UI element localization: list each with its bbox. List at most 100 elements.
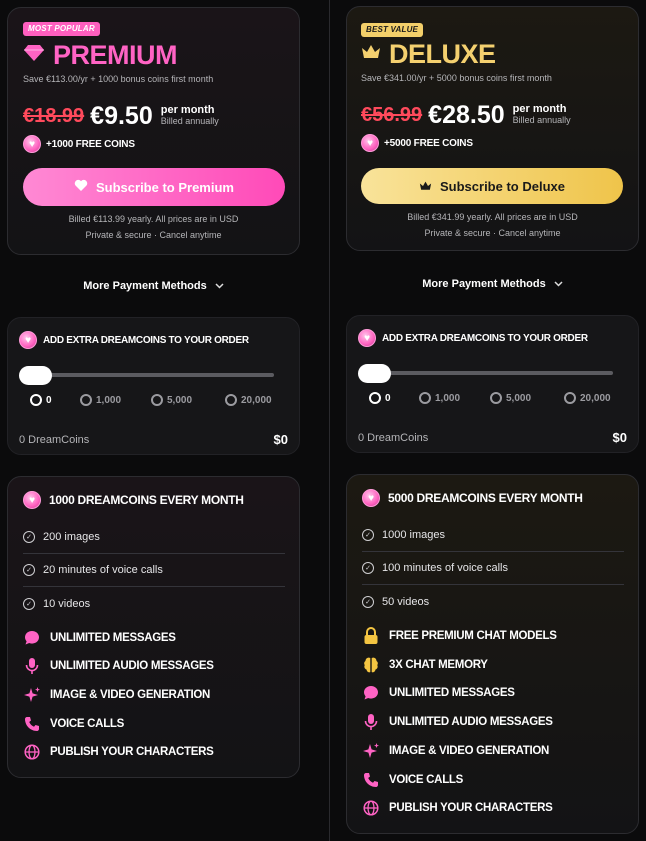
plan-name: PREMIUM — [53, 39, 178, 70]
check-circle-icon: ✓ — [362, 595, 374, 608]
more-payment-methods-toggle[interactable]: More Payment Methods — [7, 279, 300, 293]
per-month-label: per month — [160, 104, 215, 116]
stop-1000[interactable]: 1,000 — [419, 392, 460, 404]
coins-slider-handle[interactable] — [19, 366, 52, 385]
deluxe-features-card: ♥ 5000 DREAMCOINS EVERY MONTH ✓ 1000 ima… — [346, 474, 639, 834]
phone-icon — [362, 771, 380, 789]
slider-stops: 0 1,000 5,000 20,000 — [8, 394, 301, 408]
subscribe-premium-button[interactable]: Subscribe to Premium — [23, 168, 285, 206]
chevron-down-icon — [554, 279, 563, 289]
coins-slider-track[interactable] — [22, 373, 274, 377]
more-payment-label: More Payment Methods — [422, 278, 546, 290]
check-circle-icon: ✓ — [362, 529, 374, 541]
plan-title: PREMIUM — [23, 39, 178, 70]
coin-stack-icon — [151, 394, 163, 406]
free-coins-label: +5000 FREE COINS — [384, 137, 473, 149]
billed-note: Billed €113.99 yearly. All prices are in… — [68, 214, 239, 224]
perk-item: PUBLISH YOUR CHARACTERS — [362, 797, 553, 819]
perk-item: UNLIMITED MESSAGES — [362, 682, 515, 704]
coin-stack-icon — [419, 392, 431, 404]
perk-item: FREE PREMIUM CHAT MODELS — [362, 625, 557, 647]
perk-item: UNLIMITED AUDIO MESSAGES — [362, 711, 553, 733]
coins-slider-track[interactable] — [361, 371, 613, 375]
feature-item: ✓ 1000 images — [362, 519, 624, 552]
perk-item: IMAGE & VIDEO GENERATION — [362, 740, 549, 762]
feature-item: ✓ 100 minutes of voice calls — [362, 552, 624, 585]
perk-item: VOICE CALLS — [362, 769, 463, 791]
perk-item: UNLIMITED AUDIO MESSAGES — [23, 655, 214, 677]
billed-annually-label: Billed annually — [512, 115, 571, 125]
extra-coins-header: ♥ ADD EXTRA DREAMCOINS TO YOUR ORDER — [358, 328, 588, 348]
feature-item: ✓ 20 minutes of voice calls — [23, 554, 285, 587]
stop-5000[interactable]: 5,000 — [151, 394, 192, 406]
coin-stack-icon — [490, 392, 502, 404]
subscribe-deluxe-button[interactable]: Subscribe to Deluxe — [361, 168, 623, 204]
perk-item: IMAGE & VIDEO GENERATION — [23, 684, 210, 706]
extra-dreamcoins-card: ♥ ADD EXTRA DREAMCOINS TO YOUR ORDER 0 1… — [7, 317, 300, 455]
stop-20000[interactable]: 20,000 — [564, 392, 611, 404]
extra-price: $0 — [273, 432, 288, 447]
dreamcoins-summary: 0 DreamCoins — [358, 432, 429, 444]
lock-icon — [362, 627, 380, 645]
price-row: €18.99 €9.50 per month Billed annually — [23, 101, 219, 131]
check-circle-icon: ✓ — [23, 597, 35, 610]
crown-icon — [361, 44, 381, 65]
free-coins-row: ♥ +1000 FREE COINS — [23, 134, 135, 154]
sparkles-icon — [362, 742, 380, 760]
perk-item: 3X CHAT MEMORY — [362, 654, 488, 676]
dreamcoin-icon: ♥ — [19, 331, 37, 349]
most-popular-badge: MOST POPULAR — [23, 22, 100, 36]
diamond-icon — [23, 44, 45, 67]
feature-item: ✓ 200 images — [23, 521, 285, 554]
old-price: €18.99 — [23, 104, 85, 127]
globe-icon — [362, 799, 380, 817]
stop-20000[interactable]: 20,000 — [225, 394, 272, 406]
premium-features-card: ♥ 1000 DREAMCOINS EVERY MONTH ✓ 200 imag… — [7, 476, 300, 778]
per-month-label: per month — [512, 103, 567, 115]
dreamcoin-icon: ♥ — [361, 134, 379, 152]
globe-icon — [23, 743, 41, 761]
price-row: €56.99 €28.50 per month Billed annually — [361, 100, 571, 130]
stop-5000[interactable]: 5,000 — [490, 392, 531, 404]
check-circle-icon: ✓ — [23, 531, 35, 543]
sparkles-icon — [23, 686, 41, 704]
extra-price: $0 — [612, 430, 627, 445]
features-title: 1000 DREAMCOINS EVERY MONTH — [49, 493, 244, 507]
features-header: ♥ 5000 DREAMCOINS EVERY MONTH — [362, 488, 583, 508]
brain-icon — [362, 656, 380, 674]
stop-0[interactable]: 0 — [30, 394, 52, 406]
free-coins-row: ♥ +5000 FREE COINS — [361, 133, 473, 153]
secure-note: Private & secure · Cancel anytime — [85, 230, 222, 240]
dreamcoin-icon: ♥ — [23, 135, 41, 153]
dreamcoin-icon: ♥ — [358, 329, 376, 347]
free-coins-label: +1000 FREE COINS — [46, 138, 135, 150]
coins-slider-handle[interactable] — [358, 364, 391, 383]
secure-note: Private & secure · Cancel anytime — [424, 228, 561, 238]
microphone-icon — [362, 713, 380, 731]
heart-icon — [74, 179, 88, 195]
features-header: ♥ 1000 DREAMCOINS EVERY MONTH — [23, 490, 244, 510]
extra-coins-header: ♥ ADD EXTRA DREAMCOINS TO YOUR ORDER — [19, 330, 249, 350]
old-price: €56.99 — [361, 103, 423, 126]
feature-item: ✓ 10 videos — [23, 587, 285, 620]
dreamcoin-icon: ♥ — [362, 489, 380, 507]
new-price: €28.50 — [428, 100, 505, 129]
dreamcoin-icon: ♥ — [23, 491, 41, 509]
more-payment-methods-toggle[interactable]: More Payment Methods — [346, 277, 639, 291]
billed-annually-label: Billed annually — [160, 116, 219, 126]
premium-plan-card: MOST POPULAR PREMIUM Save €113.00/yr + 1… — [7, 7, 300, 255]
chat-bubble-icon — [23, 629, 41, 647]
plan-subtitle: Save €113.00/yr + 1000 bonus coins first… — [23, 74, 214, 84]
best-value-badge: BEST VALUE — [361, 23, 424, 37]
column-divider — [329, 0, 330, 841]
check-circle-icon: ✓ — [362, 562, 374, 574]
billed-note: Billed €341.99 yearly. All prices are in… — [407, 212, 578, 222]
extra-coins-title: ADD EXTRA DREAMCOINS TO YOUR ORDER — [382, 332, 588, 344]
coin-stack-icon — [30, 394, 42, 406]
stop-0[interactable]: 0 — [369, 392, 391, 404]
perk-item: UNLIMITED MESSAGES — [23, 627, 176, 649]
stop-1000[interactable]: 1,000 — [80, 394, 121, 406]
feature-item: ✓ 50 videos — [362, 585, 624, 618]
coin-stack-icon — [564, 392, 576, 404]
subscribe-button-label: Subscribe to Deluxe — [440, 178, 565, 194]
